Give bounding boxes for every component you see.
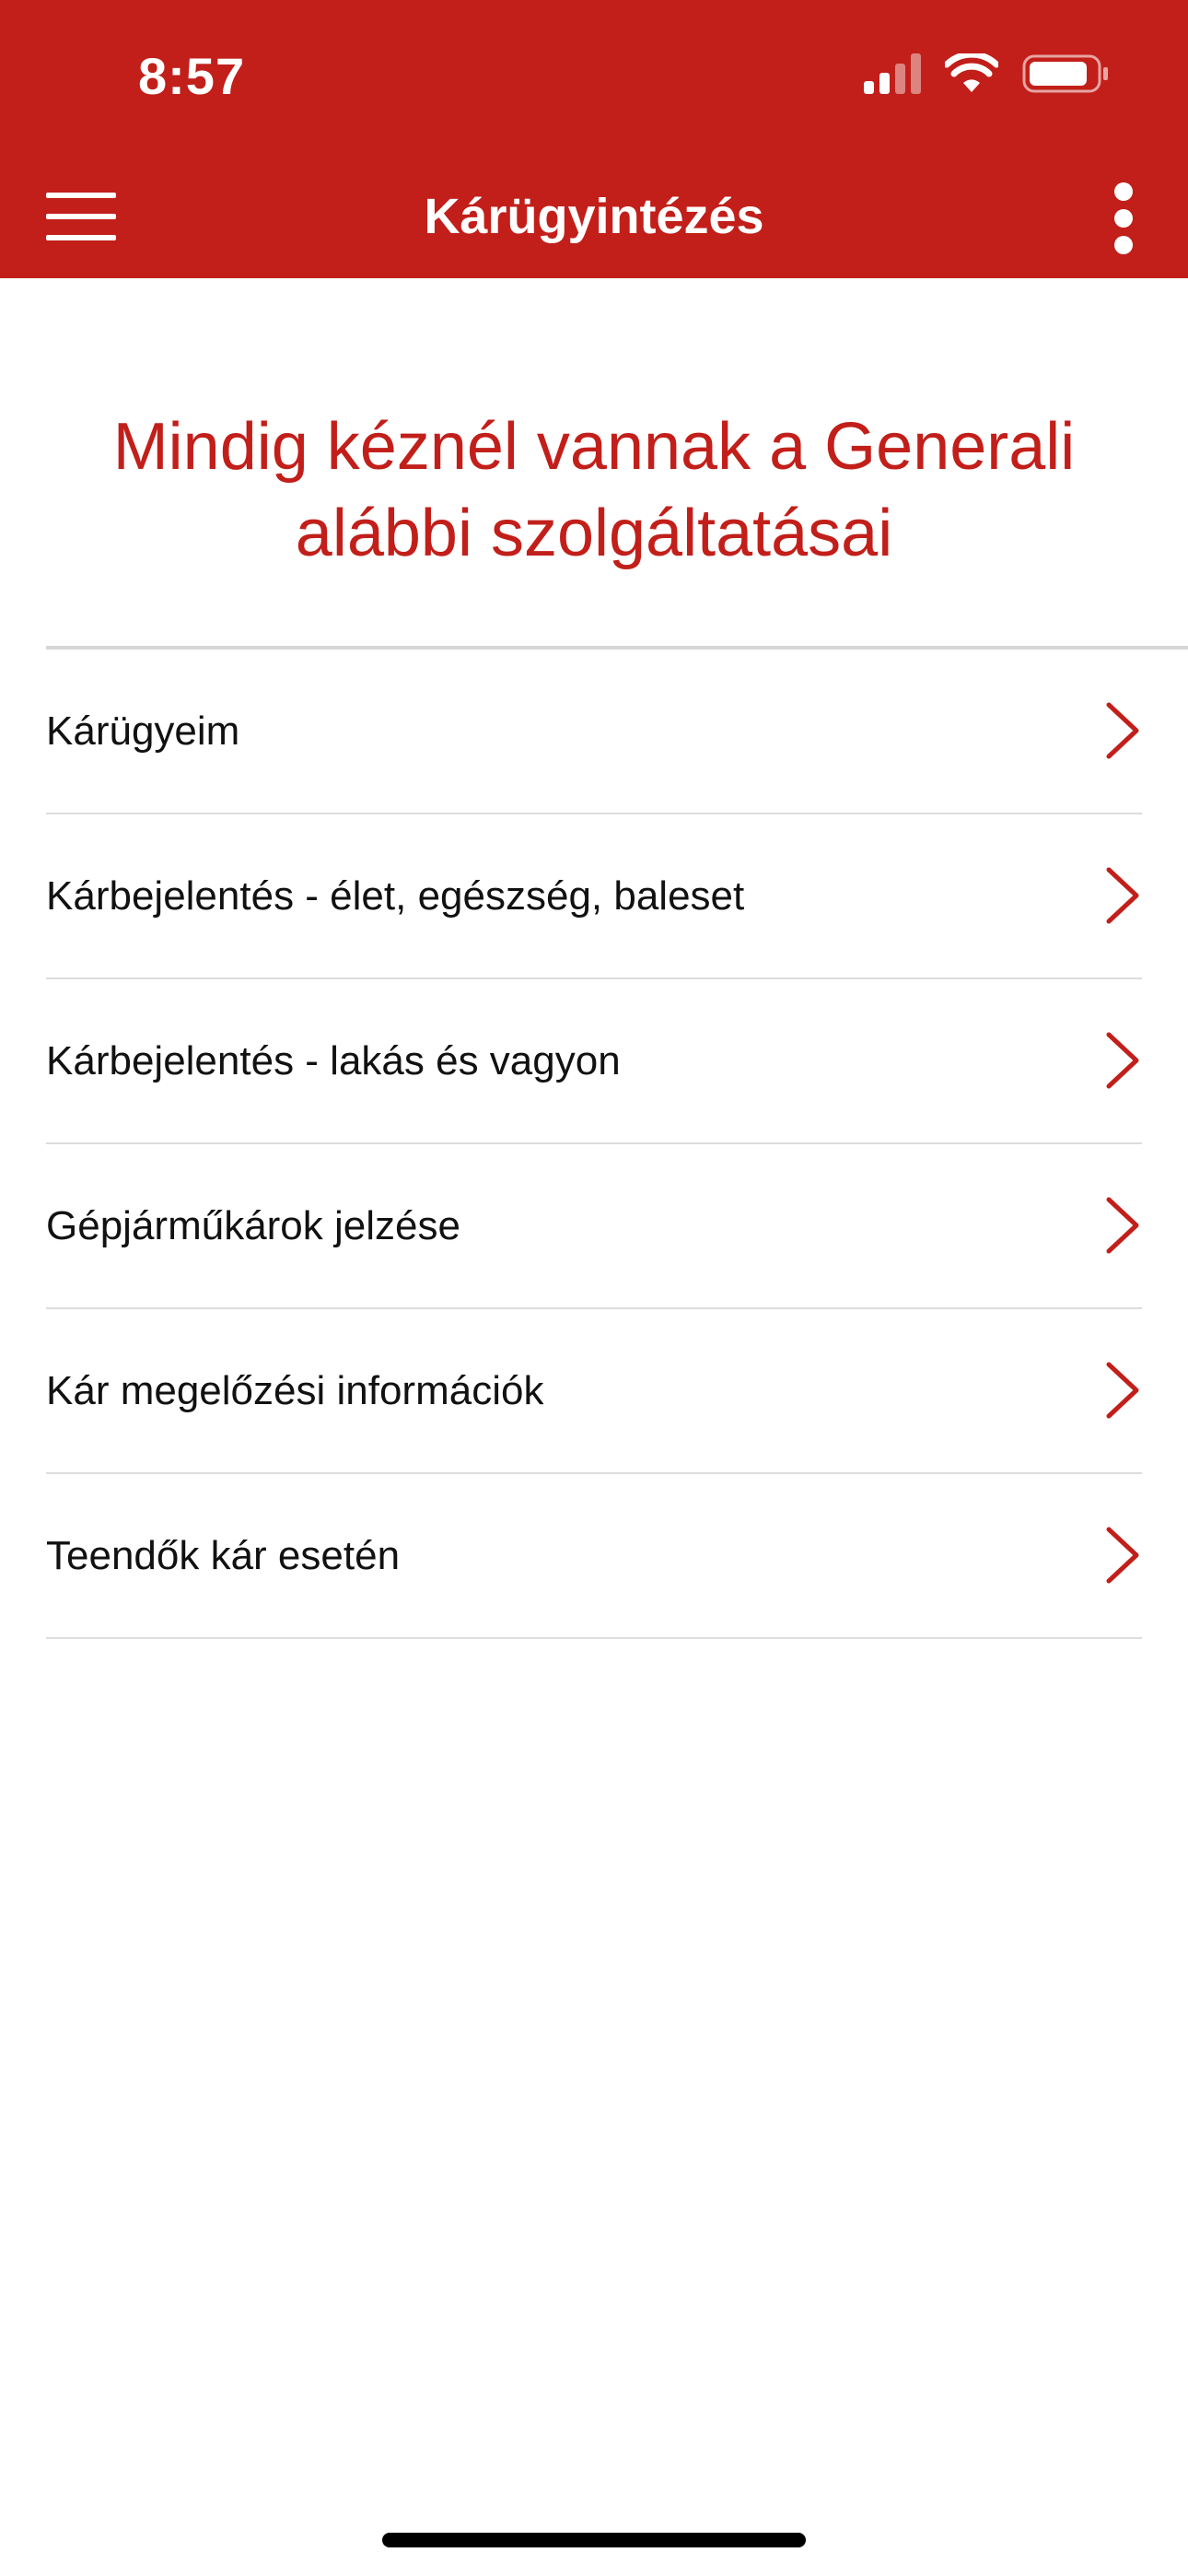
- chevron-right-icon: [1106, 867, 1139, 924]
- menu-item-label: Gépjárműkárok jelzése: [46, 1203, 460, 1248]
- menu-item-karugyeim[interactable]: Kárügyeim: [46, 650, 1142, 814]
- chevron-right-icon: [1106, 1197, 1139, 1254]
- hamburger-menu-icon: [46, 193, 116, 240]
- chevron-right-icon: [1106, 1527, 1139, 1584]
- toolbar: Kárügyintézés: [0, 157, 1188, 278]
- app-header: 8:57 Kárügyintézés: [0, 0, 1188, 278]
- headline-line-1: Mindig kéznél vannak a Generali: [112, 410, 1076, 484]
- menu-item-label: Teendők kár esetén: [46, 1533, 401, 1578]
- cellular-signal-icon: [864, 53, 921, 94]
- menu-item-label: Kár megelőzési információk: [46, 1368, 544, 1413]
- menu-item-vehicle-damage-report[interactable]: Gépjárműkárok jelzése: [46, 1144, 1142, 1309]
- status-time: 8:57: [138, 47, 246, 105]
- battery-icon: [1022, 54, 1108, 93]
- chevron-right-icon: [1106, 1362, 1139, 1419]
- menu-item-label: Kárbejelentés - élet, egészség, baleset: [46, 873, 745, 919]
- home-indicator[interactable]: [382, 2533, 806, 2547]
- menu-item-what-to-do-in-case-of-damage[interactable]: Teendők kár esetén: [46, 1474, 1142, 1639]
- headline: Mindig kéznél vannak a Generali alábbi s…: [55, 404, 1133, 577]
- more-options-button[interactable]: [1096, 177, 1151, 260]
- menu-item-life-health-accident-claim[interactable]: Kárbejelentés - élet, egészség, baleset: [46, 814, 1142, 979]
- headline-line-2: alábbi szolgáltatásai: [295, 497, 893, 570]
- vertical-ellipsis-icon: [1114, 182, 1133, 254]
- status-bar: 8:57: [0, 0, 1188, 157]
- menu-item-home-property-claim[interactable]: Kárbejelentés - lakás és vagyon: [46, 979, 1142, 1144]
- status-icons: [864, 53, 1109, 94]
- wifi-icon: [945, 53, 998, 92]
- menu-item-label: Kárbejelentés - lakás és vagyon: [46, 1038, 621, 1083]
- chevron-right-icon: [1106, 1032, 1139, 1089]
- hamburger-menu-button[interactable]: [46, 184, 116, 249]
- chevron-right-icon: [1106, 702, 1139, 759]
- services-menu-list: Kárügyeim Kárbejelentés - élet, egészség…: [46, 650, 1142, 1639]
- menu-item-damage-prevention-info[interactable]: Kár megelőzési információk: [46, 1309, 1142, 1474]
- menu-item-label: Kárügyeim: [46, 708, 240, 754]
- page-title: Kárügyintézés: [424, 189, 764, 244]
